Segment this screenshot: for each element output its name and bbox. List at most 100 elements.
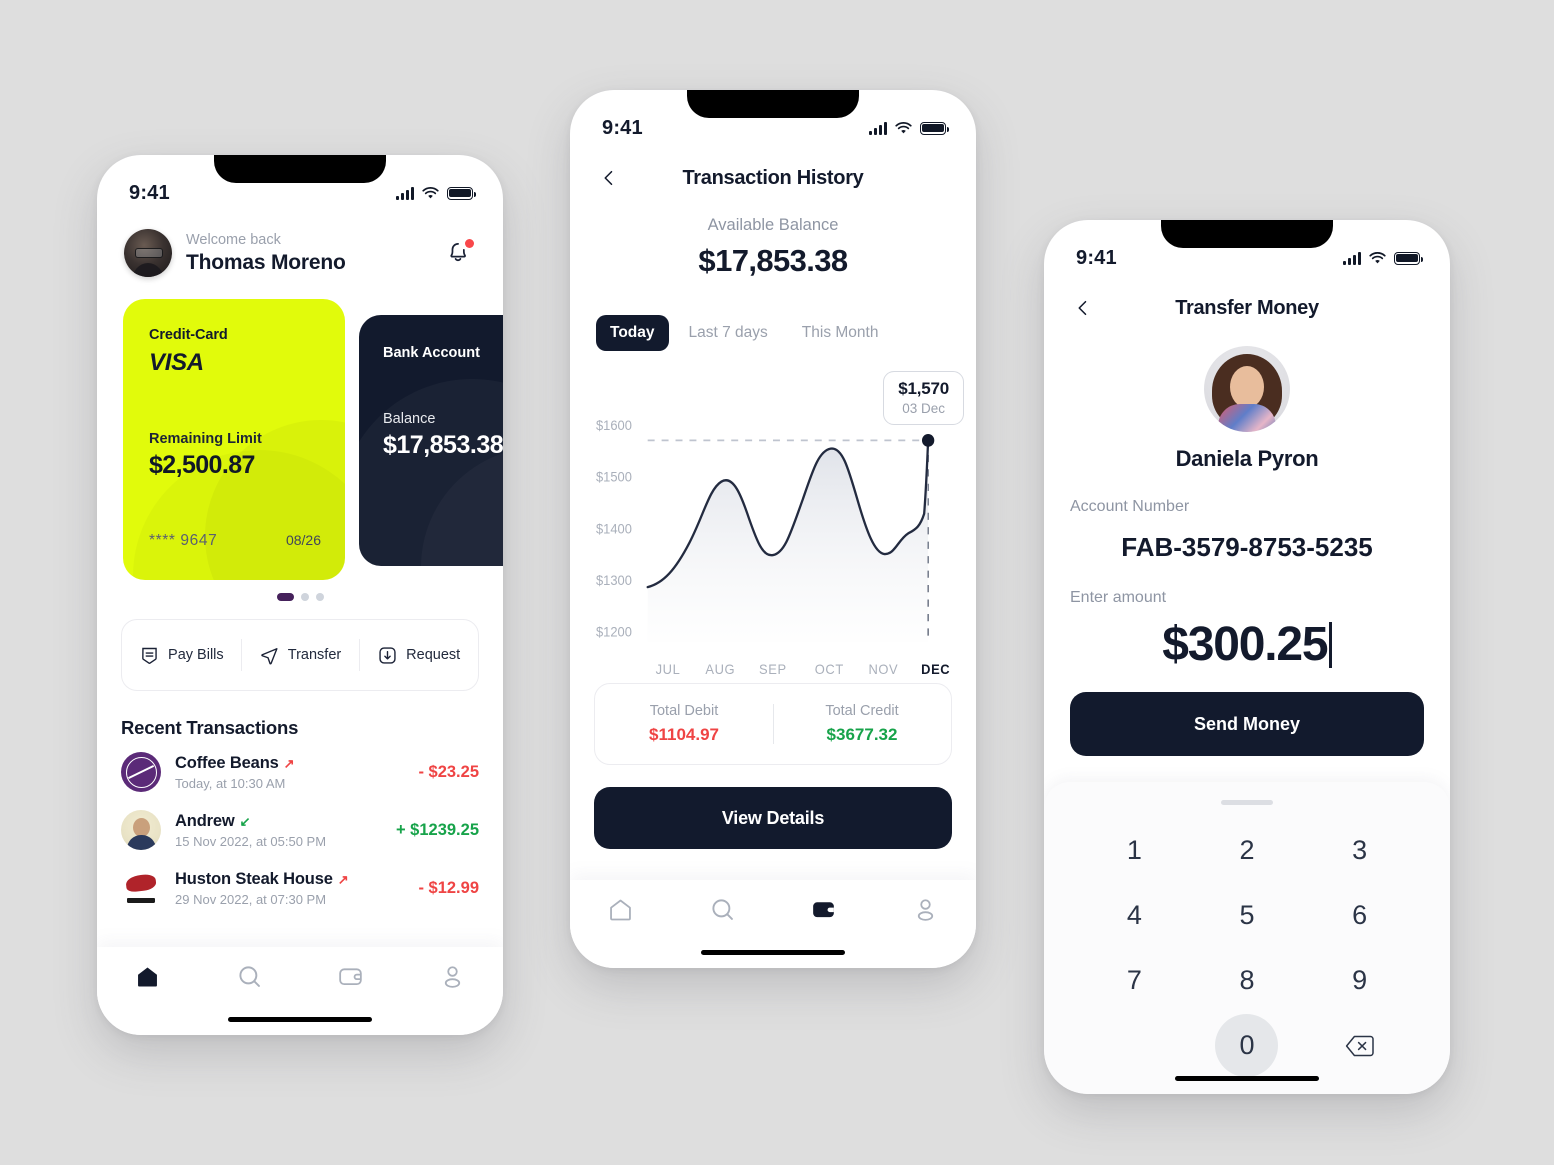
carousel-dots[interactable] (97, 593, 503, 601)
bill-shield-icon (142, 647, 157, 664)
nav-home[interactable] (97, 963, 199, 990)
arrow-out-icon: ↗ (283, 755, 295, 771)
total-credit: Total Credit $3677.32 (773, 703, 951, 745)
transaction-amount: - $23.25 (418, 762, 479, 781)
transaction-name-wrap: Coffee Beans ↗ (175, 754, 404, 773)
pay-bills-label: Pay Bills (168, 647, 224, 663)
backspace-icon (1345, 1035, 1374, 1056)
text-caret (1329, 621, 1332, 668)
arrow-out-icon: ↗ (337, 871, 349, 887)
account-number-value[interactable]: FAB-3579-8753-5235 (1044, 532, 1450, 563)
back-button[interactable] (596, 165, 622, 191)
welcome-label: Welcome back (186, 231, 281, 248)
nav-home[interactable] (570, 896, 672, 923)
key-1[interactable]: 1 (1078, 819, 1191, 882)
carousel-dot-active[interactable] (276, 593, 294, 601)
chevron-left-icon (604, 170, 613, 186)
status-bar: 9:41 (570, 90, 976, 148)
home-indicator (228, 1016, 372, 1022)
nav-search[interactable] (672, 896, 774, 923)
y-tick-1300: $1300 (596, 573, 632, 588)
tab-today[interactable]: Today (596, 315, 669, 351)
request-label: Request (406, 647, 461, 663)
transfer-button[interactable]: Transfer (241, 645, 360, 666)
amount-input[interactable]: $300.25 (1044, 617, 1450, 672)
download-box-icon (379, 646, 396, 664)
sheet-grabber[interactable] (1221, 800, 1273, 805)
coffee-bean-tea-leaf-logo (121, 752, 161, 792)
profile-icon (917, 899, 933, 921)
nav-profile[interactable] (875, 896, 977, 923)
numeric-keypad: 1 2 3 4 5 6 7 8 9 0 (1044, 782, 1450, 1094)
bank-card-type: Bank Account (383, 345, 480, 361)
key-6[interactable]: 6 (1303, 884, 1416, 947)
battery-full-icon (1394, 251, 1423, 265)
nav-wallet[interactable] (773, 896, 875, 923)
total-debit-label: Total Debit (649, 703, 719, 719)
key-7[interactable]: 7 (1078, 949, 1191, 1012)
nav-profile[interactable] (402, 963, 504, 990)
request-button[interactable]: Request (359, 645, 478, 666)
transaction-amount: + $1239.25 (395, 820, 479, 839)
status-icons (1343, 251, 1423, 265)
tab-last-7-days[interactable]: Last 7 days (675, 315, 782, 351)
status-bar: 9:41 (1044, 220, 1450, 278)
key-backspace[interactable] (1303, 1014, 1416, 1077)
view-details-button[interactable]: View Details (594, 787, 952, 849)
user-avatar[interactable] (124, 229, 172, 277)
key-9[interactable]: 9 (1303, 949, 1416, 1012)
total-debit: Total Debit $1104.97 (595, 703, 773, 745)
remaining-limit-amount: $2,500.87 (149, 451, 255, 479)
nav-wallet[interactable] (300, 963, 402, 990)
bell-icon[interactable] (445, 238, 475, 268)
search-icon (712, 899, 733, 920)
card-masked-number: **** 9647 (149, 532, 218, 549)
key-5[interactable]: 5 (1191, 884, 1304, 947)
send-money-button[interactable]: Send Money (1070, 692, 1424, 756)
transaction-row[interactable]: Coffee Beans ↗ Today, at 10:30 AM - $23.… (97, 743, 503, 801)
transaction-row[interactable]: Andrew ↙ 15 Nov 2022, at 05:50 PM + $123… (97, 801, 503, 859)
key-4[interactable]: 4 (1078, 884, 1191, 947)
wallet-icon (339, 968, 362, 986)
card-credit[interactable]: Credit-Card VISA Remaining Limit $2,500.… (123, 299, 345, 580)
nav-search[interactable] (199, 963, 301, 990)
total-debit-value: $1104.97 (649, 725, 719, 744)
status-bar: 9:41 (97, 155, 503, 213)
bank-balance-label: Balance (383, 411, 436, 427)
arrow-in-icon: ↙ (239, 813, 251, 829)
page-title: Transaction History (682, 166, 864, 189)
status-icons (396, 186, 476, 200)
card-bank-account[interactable]: Bank Account Balance $17,853.38 (359, 315, 503, 566)
transaction-name: Coffee Beans (175, 753, 279, 772)
transaction-row[interactable]: Huston Steak House ↗ 29 Nov 2022, at 07:… (97, 859, 503, 917)
home-icon (610, 899, 632, 921)
pay-bills-button[interactable]: Pay Bills (122, 645, 241, 666)
key-8[interactable]: 8 (1191, 949, 1304, 1012)
back-button[interactable] (1070, 295, 1096, 321)
quick-actions-row: Pay Bills Transfer Request (121, 619, 479, 691)
carousel-dot[interactable] (300, 593, 309, 601)
wifi-icon (895, 121, 912, 133)
home-indicator (701, 949, 845, 955)
balance-area-chart[interactable]: $1,570 03 Dec $1600 $1500 $1400 $1300 $1… (570, 367, 976, 677)
total-credit-value: $3677.32 (826, 725, 898, 744)
y-tick-1400: $1400 (596, 521, 632, 536)
x-tick-dec: DEC (921, 662, 950, 677)
carousel-dot[interactable] (315, 593, 324, 601)
key-3[interactable]: 3 (1303, 819, 1416, 882)
status-time: 9:41 (1076, 246, 1117, 269)
tab-this-month[interactable]: This Month (788, 315, 893, 351)
cards-carousel[interactable]: Bank Account Balance $17,853.38 Credit-C… (97, 299, 503, 580)
period-segmented-control: Today Last 7 days This Month (570, 315, 976, 351)
page-title: Transfer Money (1175, 296, 1319, 319)
card-expiry: 08/26 (285, 532, 321, 548)
credit-card-brand: VISA (149, 349, 204, 376)
x-tick-oct: OCT (815, 662, 844, 677)
huston-bull-logo (121, 868, 161, 908)
key-2[interactable]: 2 (1191, 819, 1304, 882)
enter-amount-label: Enter amount (1070, 589, 1167, 606)
key-0[interactable]: 0 (1215, 1014, 1279, 1077)
chart-highlight-point (921, 433, 935, 447)
andrew-avatar (121, 810, 161, 850)
y-tick-1600: $1600 (596, 418, 632, 433)
